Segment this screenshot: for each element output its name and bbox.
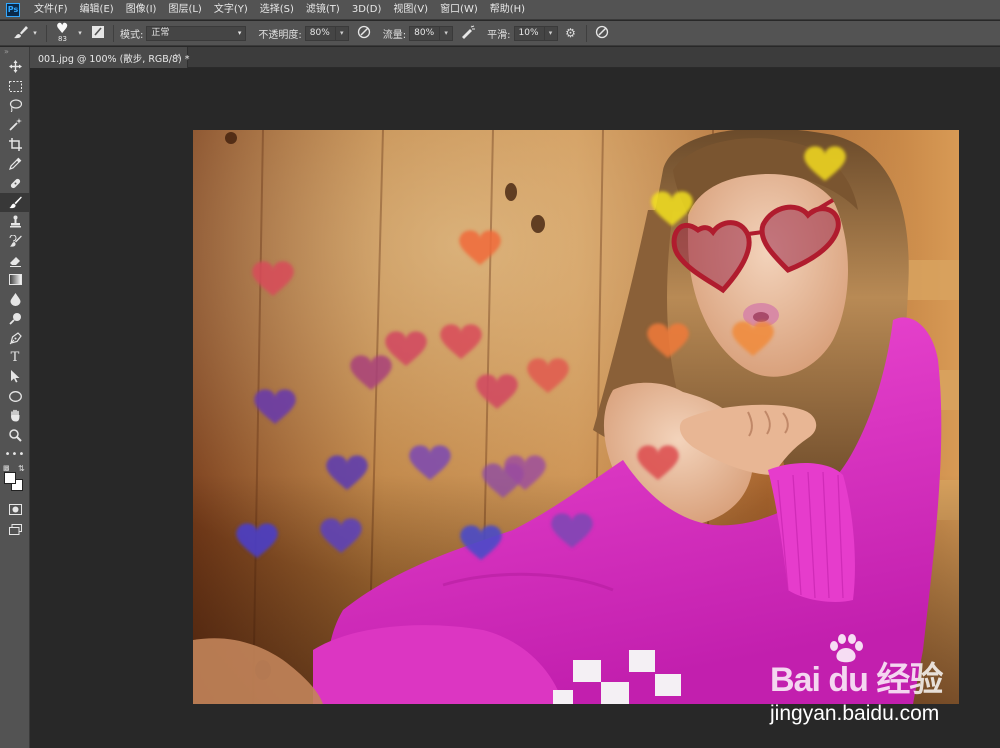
menu-filter[interactable]: 滤镜(T) bbox=[300, 0, 346, 20]
airbrush-icon[interactable] bbox=[459, 23, 477, 42]
brush-size-value: 83 bbox=[58, 35, 67, 43]
mode-label: 模式: bbox=[120, 29, 144, 41]
menu-type[interactable]: 文字(Y) bbox=[208, 0, 254, 20]
menu-view[interactable]: 视图(V) bbox=[387, 0, 434, 20]
document-tab-bar: 001.jpg @ 100% (散步, RGB/8) * × bbox=[30, 47, 1000, 68]
smoothing-dropdown[interactable]: ▾ bbox=[544, 25, 558, 41]
chevron-down-icon: ▾ bbox=[237, 28, 242, 37]
menu-edit[interactable]: 编辑(E) bbox=[74, 0, 120, 20]
menu-help[interactable]: 帮助(H) bbox=[484, 0, 531, 20]
opacity-dropdown[interactable]: ▾ bbox=[335, 25, 349, 41]
pressure-size-icon[interactable] bbox=[593, 25, 611, 42]
smoothing-input[interactable]: 10% bbox=[513, 25, 545, 41]
panel-collapse-icon[interactable]: » bbox=[0, 47, 29, 57]
brush-tool-icon[interactable] bbox=[0, 192, 30, 213]
options-bar: ▾ ♥ 83 ▾ 模式: 正常 ▾ 不透明度: 80% ▾ 流量: 80% ▾ … bbox=[0, 21, 1000, 46]
tools-panel: » T ••• ▩ ⇅ bbox=[0, 47, 30, 748]
pen-tool-icon[interactable] bbox=[0, 328, 30, 347]
zoom-tool-icon[interactable] bbox=[0, 425, 30, 444]
gradient-tool-icon[interactable] bbox=[0, 270, 30, 289]
menu-layer[interactable]: 图层(L) bbox=[162, 0, 207, 20]
menu-select[interactable]: 选择(S) bbox=[254, 0, 300, 20]
photo-image bbox=[193, 130, 959, 704]
brush-settings-panel-icon[interactable] bbox=[89, 25, 107, 42]
baidu-watermark: Bai du 经验 jingyan.baidu.com bbox=[770, 634, 990, 730]
menu-3d[interactable]: 3D(D) bbox=[346, 0, 388, 20]
menu-window[interactable]: 窗口(W) bbox=[434, 0, 484, 20]
quick-mask-icon[interactable] bbox=[0, 500, 30, 519]
document-canvas[interactable] bbox=[193, 130, 959, 704]
flow-label: 流量: bbox=[382, 29, 407, 41]
photoshop-logo: Ps bbox=[6, 2, 20, 17]
close-icon[interactable]: × bbox=[173, 47, 181, 68]
move-tool-icon[interactable] bbox=[0, 57, 30, 76]
history-brush-tool-icon[interactable] bbox=[0, 232, 30, 251]
menu-file[interactable]: 文件(F) bbox=[28, 0, 74, 20]
gear-icon[interactable]: ⚙ bbox=[562, 26, 580, 40]
brush-preset-icon[interactable] bbox=[12, 25, 30, 42]
divider bbox=[113, 24, 114, 42]
blend-mode-select[interactable]: 正常 ▾ bbox=[146, 25, 247, 41]
magic-wand-tool-icon[interactable] bbox=[0, 115, 30, 134]
blur-tool-icon[interactable] bbox=[0, 290, 30, 309]
eyedropper-tool-icon[interactable] bbox=[0, 154, 30, 173]
blend-mode-value: 正常 bbox=[151, 27, 170, 38]
smoothing-value: 10% bbox=[518, 27, 539, 38]
lasso-tool-icon[interactable] bbox=[0, 96, 30, 115]
flow-value: 80% bbox=[414, 27, 435, 38]
eraser-tool-icon[interactable] bbox=[0, 251, 30, 270]
default-colors-icon[interactable]: ▩ bbox=[3, 464, 10, 472]
crop-tool-icon[interactable] bbox=[0, 135, 30, 154]
path-selection-tool-icon[interactable] bbox=[0, 367, 30, 386]
brush-tip-dropdown-icon[interactable]: ▾ bbox=[75, 29, 85, 37]
opacity-label: 不透明度: bbox=[258, 29, 302, 41]
menu-image[interactable]: 图像(I) bbox=[120, 0, 163, 20]
dodge-tool-icon[interactable] bbox=[0, 309, 30, 328]
marquee-tool-icon[interactable] bbox=[0, 76, 30, 95]
document-tab[interactable]: 001.jpg @ 100% (散步, RGB/8) * × bbox=[30, 47, 190, 68]
opacity-input[interactable]: 80% bbox=[304, 25, 336, 41]
screen-mode-icon[interactable] bbox=[0, 520, 30, 539]
menu-bar: Ps 文件(F) 编辑(E) 图像(I) 图层(L) 文字(Y) 选择(S) 滤… bbox=[0, 0, 1000, 20]
more-tools-icon[interactable]: ••• bbox=[0, 445, 30, 464]
healing-brush-tool-icon[interactable] bbox=[0, 173, 30, 192]
watermark-url: jingyan.baidu.com bbox=[770, 702, 940, 725]
ellipse-tool-icon[interactable] bbox=[0, 387, 30, 406]
hand-tool-icon[interactable] bbox=[0, 406, 30, 425]
divider bbox=[46, 24, 47, 42]
baidu-logo: Bai du 经验 bbox=[770, 661, 943, 699]
swap-colors-icon[interactable]: ⇅ bbox=[18, 464, 25, 473]
pressure-opacity-icon[interactable] bbox=[355, 25, 373, 42]
clone-stamp-tool-icon[interactable] bbox=[0, 212, 30, 231]
preset-dropdown-icon[interactable]: ▾ bbox=[30, 29, 40, 37]
document-tab-title: 001.jpg @ 100% (散步, RGB/8) * bbox=[38, 53, 190, 65]
type-tool-icon[interactable]: T bbox=[0, 348, 30, 367]
color-swatches: ▩ ⇅ bbox=[0, 464, 30, 500]
flow-input[interactable]: 80% bbox=[409, 25, 441, 41]
flow-dropdown[interactable]: ▾ bbox=[440, 25, 454, 41]
smoothing-label: 平滑: bbox=[487, 29, 511, 41]
brush-tip-picker[interactable]: ♥ 83 bbox=[53, 22, 75, 44]
opacity-value: 80% bbox=[309, 27, 330, 38]
divider bbox=[585, 24, 587, 42]
heart-brush-icon: ♥ bbox=[56, 21, 69, 37]
foreground-color-swatch[interactable] bbox=[4, 472, 16, 485]
